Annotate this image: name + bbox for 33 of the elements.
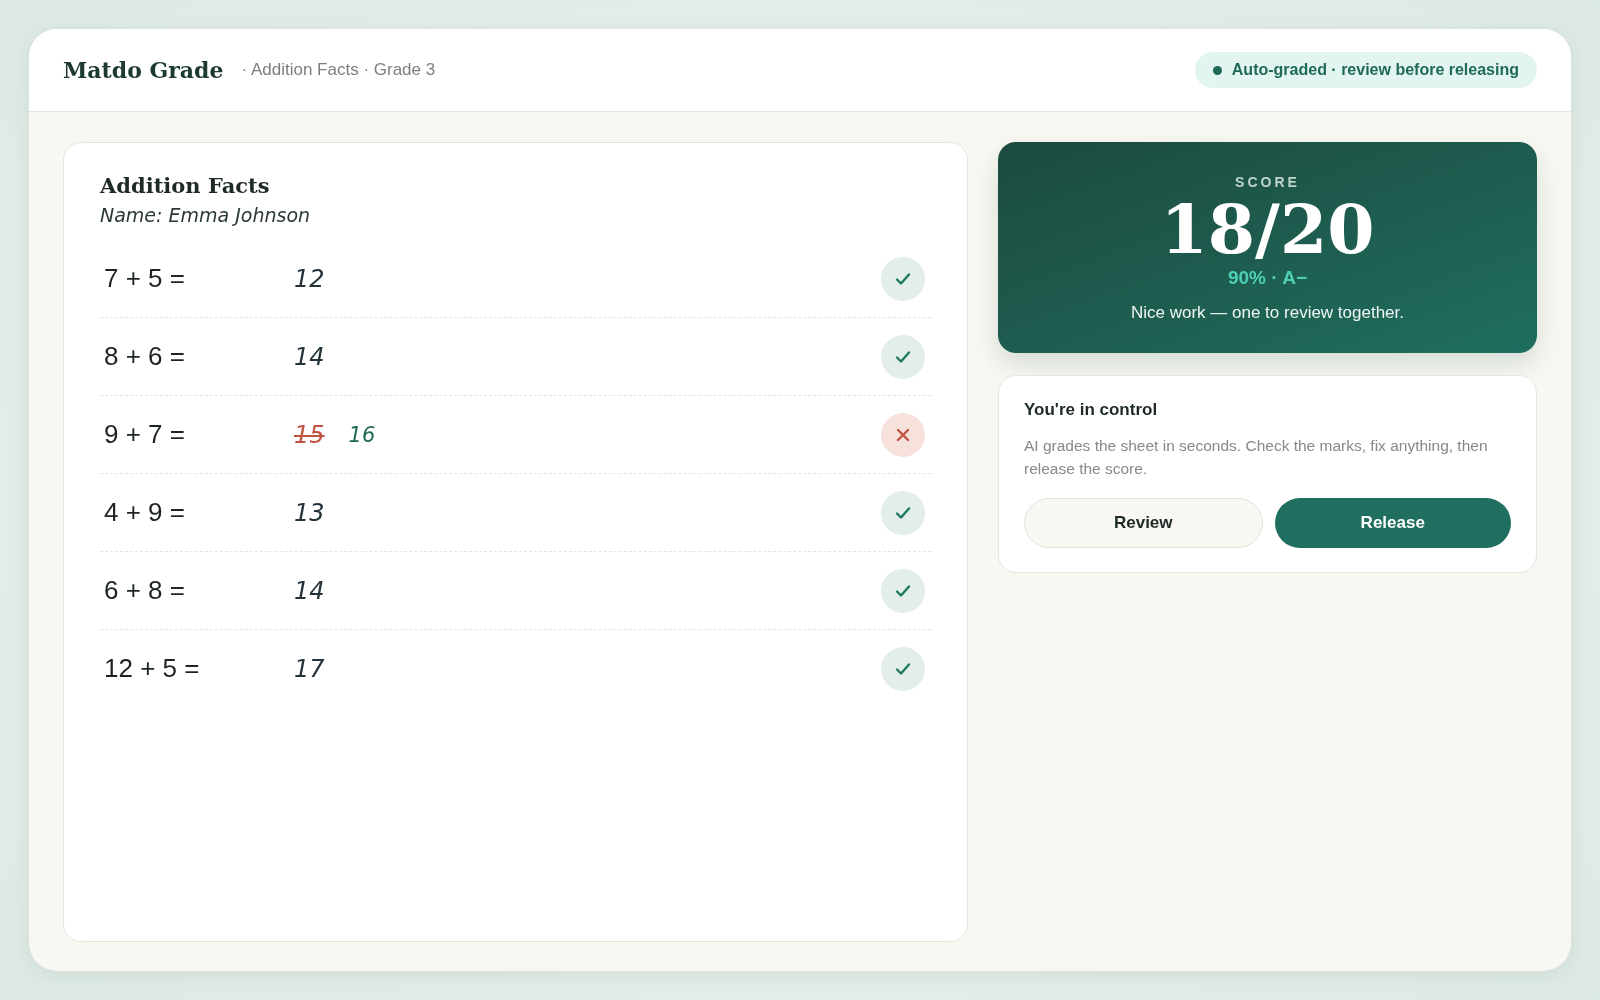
cross-icon[interactable] [881,412,925,457]
problem-text: 12 + 5 = [103,653,201,684]
problem-text: 8 + 6 = [103,341,186,372]
problem-text: 6 + 8 = [103,575,186,606]
control-description: AI grades the sheet in seconds. Check the marks, fix anything, then release the score. [1024,435,1489,480]
score-label: SCORE [1234,174,1301,190]
review-button[interactable]: Review [1024,498,1263,549]
check-icon[interactable] [881,256,925,301]
status-dot-icon [1212,65,1222,75]
check-icon[interactable] [881,490,925,535]
control-title: You're in control [1024,399,1159,420]
check-icon[interactable] [881,568,925,613]
release-button[interactable]: Release [1274,498,1511,549]
student-answer: 17 [294,654,325,683]
student-answer: 14 [294,342,325,371]
check-icon[interactable] [881,646,925,691]
student-name: Name: Emma Johnson [100,204,312,226]
problem-text: 7 + 5 = [103,263,186,294]
grade-text: 90% · A− [1227,266,1308,289]
worksheet-title: Addition Facts [100,173,271,198]
student-answer: 14 [294,576,325,605]
score-value: 18/20 [1159,192,1376,267]
problem-text: 9 + 7 = [103,419,186,450]
breadcrumb: · Addition Facts · Grade 3 [241,60,436,80]
brand-name: Matdo Grade [63,57,224,83]
student-answer: 12 [294,264,325,293]
check-icon[interactable] [881,334,925,379]
student-answer: 13 [294,498,325,527]
problem-text: 4 + 9 = [103,497,186,528]
corrected-answer: 16 [348,422,376,447]
student-answer: 15 [294,420,325,449]
score-message: Nice work — one to review together. [1129,302,1406,323]
status-text: Auto-graded · review before releasing [1231,61,1519,79]
